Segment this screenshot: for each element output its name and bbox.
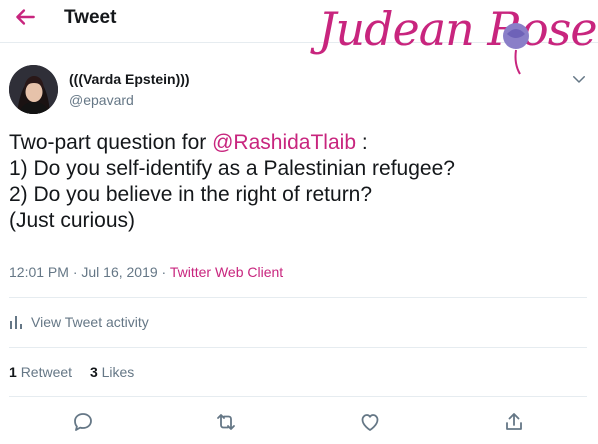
- tweet-activity-link[interactable]: View Tweet activity: [9, 314, 149, 330]
- tweet-meta: 12:01 PM · Jul 16, 2019 · Twitter Web Cl…: [9, 264, 283, 280]
- avatar[interactable]: [9, 65, 58, 114]
- tweet-line-2: 1) Do you self-identify as a Palestinian…: [9, 157, 455, 180]
- tweet-line-4: (Just curious): [9, 209, 136, 232]
- reply-icon[interactable]: [71, 410, 95, 434]
- retweet-icon[interactable]: [214, 410, 238, 434]
- source-link[interactable]: Twitter Web Client: [170, 264, 283, 280]
- divider: [9, 297, 587, 298]
- judean-rose-watermark: Judean Rose: [318, 0, 598, 82]
- likes-stat[interactable]: 3 Likes: [90, 364, 134, 380]
- tweet-text-prefix: Two-part question for: [9, 131, 213, 154]
- tweet-line-1: Two-part question for @RashidaTlaib :: [9, 130, 589, 156]
- divider: [9, 396, 587, 397]
- tweet-line-3: 2) Do you believe in the right of return…: [9, 183, 373, 206]
- retweets-stat[interactable]: 1 Retweet: [9, 364, 72, 380]
- share-icon[interactable]: [502, 410, 526, 434]
- engagement-stats: 1 Retweet 3 Likes: [9, 364, 148, 380]
- page-title: Tweet: [64, 7, 117, 28]
- bar-chart-icon: [10, 316, 22, 329]
- author-handle[interactable]: @epavard: [69, 92, 134, 108]
- timestamp[interactable]: 12:01 PM · Jul 16, 2019 ·: [9, 264, 170, 280]
- tweet-activity-label: View Tweet activity: [31, 314, 149, 330]
- divider: [9, 347, 587, 348]
- retweets-count: 1: [9, 364, 17, 380]
- likes-count: 3: [89, 364, 98, 380]
- tweet-text-suffix: :: [356, 131, 368, 154]
- retweets-label: Retweet: [20, 364, 73, 380]
- author-name[interactable]: (((Varda Epstein))): [69, 71, 190, 87]
- tweet-text: Two-part question for @RashidaTlaib : 1)…: [9, 130, 589, 234]
- likes-label: Likes: [101, 364, 135, 380]
- rose-icon: [503, 23, 529, 75]
- mention-link[interactable]: @RashidaTlaib: [212, 131, 356, 154]
- avatar-image: [9, 65, 58, 114]
- like-heart-icon[interactable]: [358, 410, 382, 434]
- chevron-down-icon[interactable]: [570, 70, 588, 88]
- back-arrow-icon[interactable]: [12, 4, 38, 30]
